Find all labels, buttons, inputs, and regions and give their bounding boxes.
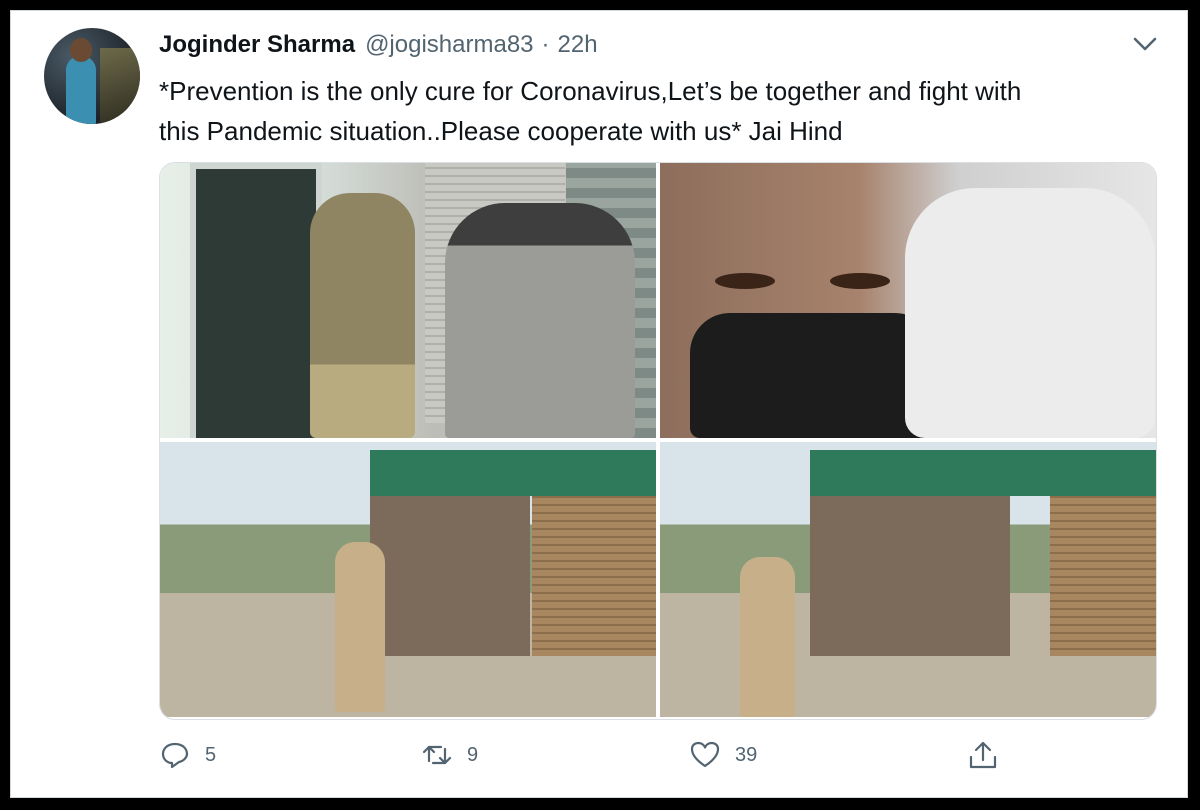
face-mask <box>690 313 935 438</box>
author-name[interactable]: Joginder Sharma <box>159 31 355 59</box>
avatar-head <box>70 38 92 62</box>
avatar-figure <box>66 56 96 124</box>
police-officer <box>335 542 385 712</box>
shop-front <box>370 496 530 656</box>
retweet-icon <box>422 745 452 765</box>
police-officer-back <box>445 203 635 438</box>
shop-sign <box>370 450 656 496</box>
reply-count: 5 <box>205 743 217 766</box>
heart-icon <box>690 741 720 768</box>
reply-button[interactable]: 5 <box>159 739 216 771</box>
tweet-text: *Prevention is the only cure for Coronav… <box>159 76 1022 146</box>
avatar[interactable] <box>44 28 140 124</box>
photo-street-patrol[interactable] <box>160 442 656 717</box>
shop-shutter <box>532 496 656 656</box>
police-officer-front <box>310 193 415 438</box>
retweet-button[interactable]: 9 <box>421 739 478 771</box>
chevron-down-icon[interactable] <box>1131 33 1159 55</box>
tweet-actions: 5 9 39 <box>159 739 1159 779</box>
tweet-timestamp[interactable]: 22h <box>558 31 598 59</box>
share-button[interactable] <box>967 739 999 771</box>
shop-front <box>810 496 1010 656</box>
retweet-count: 9 <box>467 743 479 766</box>
shop-sign <box>810 450 1156 496</box>
tweet-header: Joginder Sharma @jogisharma83 · 22h <box>159 31 598 61</box>
author-handle[interactable]: @jogisharma83 <box>365 31 533 59</box>
reply-icon <box>161 742 189 769</box>
shop-door <box>190 163 322 438</box>
like-count: 39 <box>735 743 758 766</box>
police-officer <box>740 557 795 717</box>
right-eye <box>830 273 890 289</box>
share-icon <box>969 741 997 769</box>
avatar-background <box>100 48 140 124</box>
header-separator: · <box>541 31 550 58</box>
media-grid <box>159 162 1157 720</box>
like-button[interactable]: 39 <box>689 739 757 771</box>
photo-police-at-shop[interactable] <box>160 163 656 438</box>
shop-shutter <box>1050 496 1156 656</box>
tweet-card[interactable]: Joginder Sharma @jogisharma83 · 22h *Pre… <box>10 10 1188 798</box>
photo-shop-inspection[interactable] <box>660 442 1156 717</box>
photo-selfie-mask[interactable] <box>660 163 1156 438</box>
gloved-hand <box>905 188 1155 438</box>
left-eye <box>715 273 775 289</box>
